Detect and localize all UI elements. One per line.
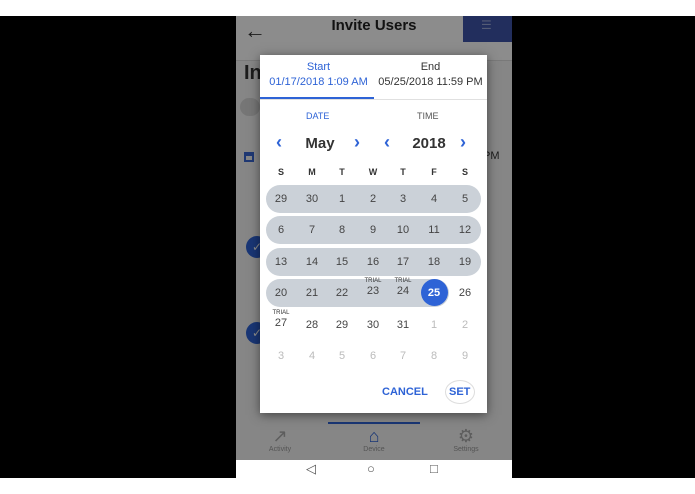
calendar-day[interactable]: 21 bbox=[297, 287, 327, 299]
calendar-day[interactable]: 10 bbox=[388, 224, 418, 236]
year-label: 2018 bbox=[412, 135, 446, 152]
weekday-label: T bbox=[339, 167, 345, 177]
weekday-label: M bbox=[308, 167, 316, 177]
calendar-day[interactable]: 30 bbox=[297, 193, 327, 205]
system-recent-icon[interactable]: □ bbox=[430, 461, 438, 476]
bottom-letterbox bbox=[0, 478, 695, 494]
calendar-day-outside[interactable]: 8 bbox=[419, 350, 449, 362]
calendar-day[interactable]: 26 bbox=[450, 287, 480, 299]
calendar-day[interactable]: 15 bbox=[327, 256, 357, 268]
trial-badge: TRIAL bbox=[272, 310, 290, 316]
calendar-day[interactable]: 11 bbox=[419, 224, 449, 236]
calendar-day[interactable]: 17 bbox=[388, 256, 418, 268]
calendar-day-outside[interactable]: 4 bbox=[297, 350, 327, 362]
calendar-day[interactable]: 19 bbox=[450, 256, 480, 268]
weekday-label: S bbox=[461, 167, 468, 177]
calendar-day[interactable]: 12 bbox=[450, 224, 480, 236]
date-range-dialog: Start 01/17/2018 1:09 AM End 05/25/2018 … bbox=[260, 55, 487, 413]
calendar-day[interactable]: 16 bbox=[358, 256, 388, 268]
calendar-day-selected[interactable]: 25 bbox=[419, 287, 449, 299]
calendar-day[interactable]: 31 bbox=[388, 319, 418, 331]
start-value: 01/17/2018 1:09 AM bbox=[269, 76, 368, 88]
calendar-day[interactable]: 6 bbox=[266, 224, 296, 236]
calendar-day-outside[interactable]: 9 bbox=[450, 350, 480, 362]
calendar-day[interactable]: 2 bbox=[358, 193, 388, 205]
trial-badge: TRIAL bbox=[394, 278, 412, 284]
calendar-day[interactable]: 13 bbox=[266, 256, 296, 268]
weekday-label: W bbox=[368, 167, 378, 177]
tab-time[interactable]: TIME bbox=[417, 111, 439, 121]
calendar-day[interactable]: 5 bbox=[450, 193, 480, 205]
trial-badge: TRIAL bbox=[364, 278, 382, 284]
calendar-day-outside[interactable]: 3 bbox=[266, 350, 296, 362]
calendar-day[interactable]: 18 bbox=[419, 256, 449, 268]
start-label: Start bbox=[306, 61, 331, 73]
calendar-day[interactable]: 7 bbox=[297, 224, 327, 236]
system-back-icon[interactable]: ◁ bbox=[306, 461, 316, 477]
calendar-day[interactable]: 28 bbox=[297, 319, 327, 331]
weekday-label: F bbox=[431, 167, 437, 177]
next-year-chevron-icon[interactable]: › bbox=[460, 132, 466, 153]
calendar-day-trial[interactable]: TRIAL 23 bbox=[358, 278, 388, 297]
calendar-day[interactable]: 30 bbox=[358, 319, 388, 331]
calendar-day[interactable]: 4 bbox=[419, 193, 449, 205]
calendar-day-number: 24 bbox=[396, 285, 410, 297]
weekday-label: S bbox=[277, 167, 284, 177]
calendar-day-trial[interactable]: TRIAL 27 bbox=[266, 310, 296, 329]
calendar-day[interactable]: 29 bbox=[266, 193, 296, 205]
end-label: End bbox=[420, 61, 441, 73]
calendar-day-number: 27 bbox=[274, 317, 288, 329]
next-month-chevron-icon[interactable]: › bbox=[354, 132, 360, 153]
set-button[interactable]: SET bbox=[449, 386, 470, 398]
calendar-day-outside[interactable]: 7 bbox=[388, 350, 418, 362]
calendar-day[interactable]: 9 bbox=[358, 224, 388, 236]
calendar-day-outside[interactable]: 1 bbox=[419, 319, 449, 331]
prev-month-chevron-icon[interactable]: ‹ bbox=[276, 132, 282, 153]
weekday-label: T bbox=[400, 167, 406, 177]
calendar-day[interactable]: 1 bbox=[327, 193, 357, 205]
month-label: May bbox=[305, 135, 335, 152]
tab-date[interactable]: DATE bbox=[306, 111, 329, 121]
cancel-button[interactable]: CANCEL bbox=[382, 386, 428, 398]
calendar-day-outside[interactable]: 2 bbox=[450, 319, 480, 331]
end-value: 05/25/2018 11:59 PM bbox=[378, 76, 483, 88]
system-home-icon[interactable]: ○ bbox=[367, 461, 375, 476]
system-nav-bar: ◁ ○ □ bbox=[236, 460, 512, 478]
calendar-day-number: 23 bbox=[366, 285, 380, 297]
calendar-day-outside[interactable]: 5 bbox=[327, 350, 357, 362]
tab-end[interactable]: End 05/25/2018 11:59 PM bbox=[374, 61, 487, 90]
calendar-day[interactable]: 8 bbox=[327, 224, 357, 236]
calendar-day[interactable]: 20 bbox=[266, 287, 296, 299]
calendar-day-trial[interactable]: TRIAL 24 bbox=[388, 278, 418, 297]
calendar-day[interactable]: 3 bbox=[388, 193, 418, 205]
calendar-day[interactable]: 14 bbox=[297, 256, 327, 268]
calendar-day[interactable]: 22 bbox=[327, 287, 357, 299]
calendar-day[interactable]: 29 bbox=[327, 319, 357, 331]
prev-year-chevron-icon[interactable]: ‹ bbox=[384, 132, 390, 153]
calendar-day-outside[interactable]: 6 bbox=[358, 350, 388, 362]
top-letterbox bbox=[0, 0, 695, 16]
tab-start[interactable]: Start 01/17/2018 1:09 AM bbox=[262, 61, 375, 90]
tab-divider bbox=[260, 99, 487, 100]
